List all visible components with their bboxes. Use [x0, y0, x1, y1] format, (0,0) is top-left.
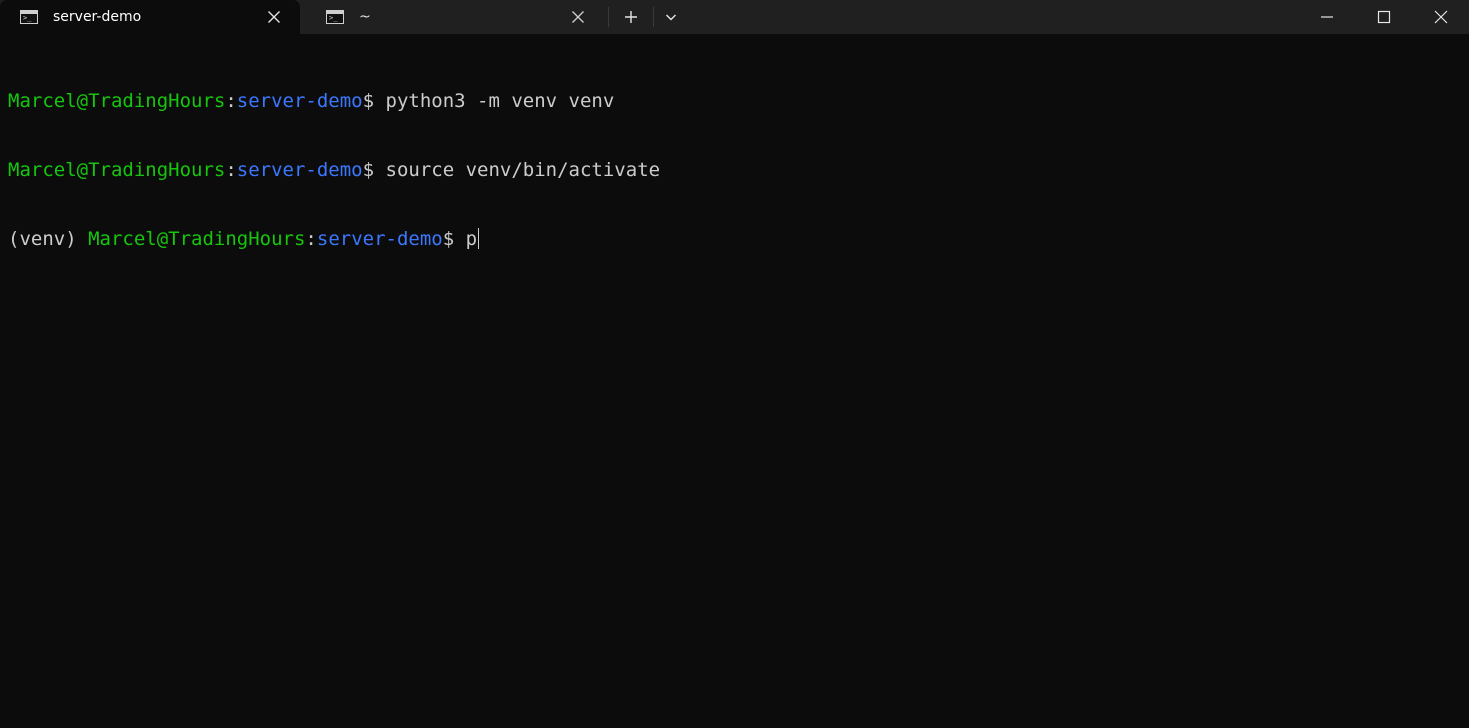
close-tab-button[interactable] — [570, 9, 586, 25]
terminal-icon: >_ — [326, 10, 344, 24]
terminal-output[interactable]: Marcel@TradingHours:server-demo$ python3… — [8, 44, 1469, 728]
close-icon — [268, 11, 280, 23]
prompt-path: server-demo — [236, 159, 363, 181]
prompt-separator: : — [305, 228, 317, 250]
prompt-path: server-demo — [236, 90, 363, 112]
plus-icon — [625, 11, 637, 23]
prompt-separator: : — [225, 90, 237, 112]
terminal-window: >_ server-demo >_ ~ Marcel@TradingHours:… — [0, 0, 1469, 728]
chevron-down-icon — [666, 14, 676, 21]
venv-indicator: (venv) — [8, 228, 89, 250]
tab-server-demo[interactable]: >_ server-demo — [0, 0, 300, 34]
window-controls — [1298, 0, 1469, 34]
prompt-separator: : — [225, 159, 237, 181]
prompt-symbol: $ — [362, 90, 386, 112]
command-text: python3 -m venv venv — [385, 90, 615, 112]
prompt-symbol: $ — [362, 159, 386, 181]
terminal-line: Marcel@TradingHours:server-demo$ source … — [8, 159, 1469, 182]
prompt-user: Marcel@TradingHours — [8, 159, 226, 181]
tab-dropdown-button[interactable] — [654, 0, 688, 34]
minimize-button[interactable] — [1298, 0, 1355, 34]
prompt-symbol: $ — [442, 228, 466, 250]
close-window-button[interactable] — [1412, 0, 1469, 34]
close-icon — [1434, 10, 1447, 24]
command-input[interactable]: p — [466, 228, 477, 250]
close-icon — [572, 11, 584, 23]
new-tab-button[interactable] — [609, 0, 653, 34]
text-cursor — [478, 228, 480, 249]
tab-title: ~ — [359, 9, 371, 25]
command-text: source venv/bin/activate — [385, 159, 661, 181]
terminal-icon: >_ — [20, 10, 38, 24]
maximize-button[interactable] — [1355, 0, 1412, 34]
close-tab-button[interactable] — [266, 9, 282, 25]
minimize-icon — [1320, 16, 1333, 18]
tab-bar: >_ server-demo >_ ~ — [0, 0, 1469, 34]
terminal-line: (venv) Marcel@TradingHours:server-demo$ … — [8, 228, 1469, 251]
tab-title: server-demo — [53, 9, 142, 25]
tab-home[interactable]: >_ ~ — [306, 0, 604, 34]
prompt-path: server-demo — [316, 228, 443, 250]
prompt-user: Marcel@TradingHours — [88, 228, 306, 250]
terminal-line: Marcel@TradingHours:server-demo$ python3… — [8, 90, 1469, 113]
maximize-icon — [1377, 10, 1390, 24]
prompt-user: Marcel@TradingHours — [8, 90, 226, 112]
